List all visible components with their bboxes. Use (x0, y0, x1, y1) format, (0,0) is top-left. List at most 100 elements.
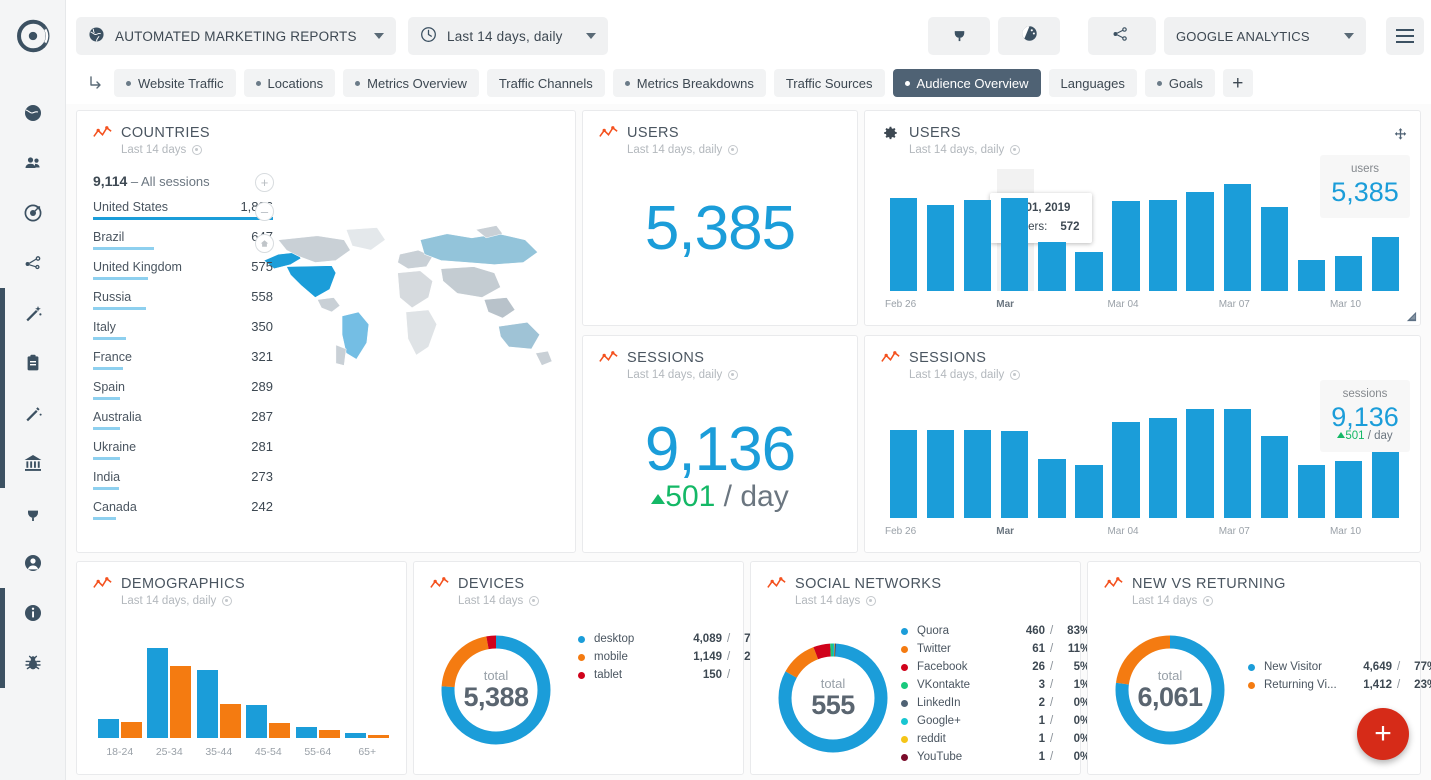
legend-row[interactable]: Returning Vi...1,412/23% (1248, 676, 1431, 694)
demographics-bars[interactable] (95, 632, 392, 738)
country-row[interactable]: Ukraine281 (93, 439, 273, 460)
sidebar-item-share[interactable] (0, 238, 66, 288)
x-axis-tick: Feb 26 (885, 526, 922, 540)
tab-audience-overview[interactable]: Audience Overview (893, 69, 1041, 97)
bar-column[interactable] (885, 171, 922, 291)
tab-goals[interactable]: Goals (1145, 69, 1215, 97)
bar-column[interactable] (1107, 171, 1144, 291)
bar-column[interactable] (1256, 396, 1293, 518)
devices-donut[interactable]: total 5,388 (436, 630, 556, 750)
datasource-selector[interactable]: GOOGLE ANALYTICS (1164, 17, 1366, 55)
map-zoom-in-button[interactable]: + (255, 173, 274, 192)
demographics-group[interactable] (244, 632, 294, 738)
sidebar-item-clipboard[interactable] (0, 338, 66, 388)
legend-row[interactable]: tablet150/3% (578, 666, 767, 684)
resize-handle[interactable] (1406, 311, 1417, 322)
add-widget-fab[interactable]: + (1357, 708, 1409, 760)
country-row[interactable]: France321 (93, 349, 273, 370)
bar-column[interactable] (1182, 396, 1219, 518)
map-zoom-out-button[interactable]: – (255, 202, 274, 221)
country-row[interactable]: India273 (93, 469, 273, 490)
share-button[interactable] (1088, 17, 1156, 55)
bar-column[interactable] (1033, 396, 1070, 518)
sidebar-item-audience[interactable] (0, 138, 66, 188)
x-axis-tick (1070, 299, 1107, 313)
tab-locations[interactable]: Locations (244, 69, 336, 97)
world-map[interactable] (263, 157, 573, 547)
country-row[interactable]: Russia558 (93, 289, 273, 310)
integrations-button[interactable] (928, 17, 990, 55)
tab-website-traffic[interactable]: Website Traffic (114, 69, 236, 97)
sidebar-item-info[interactable] (0, 588, 66, 638)
demographics-group[interactable] (343, 632, 393, 738)
legend-row[interactable]: New Visitor4,649/77% (1248, 658, 1431, 676)
sidebar-item-edit[interactable] (0, 388, 66, 438)
sidebar-item-bank[interactable] (0, 438, 66, 488)
bar-column[interactable] (1219, 171, 1256, 291)
sidebar-item-plug[interactable] (0, 488, 66, 538)
bar-column[interactable] (1033, 171, 1070, 291)
bar-column[interactable] (1219, 396, 1256, 518)
bar-column[interactable] (1145, 171, 1182, 291)
date-range-selector[interactable]: Last 14 days, daily (408, 17, 608, 55)
tab-traffic-channels[interactable]: Traffic Channels (487, 69, 605, 97)
sidebar-item-bug[interactable] (0, 638, 66, 688)
demographics-group[interactable] (194, 632, 244, 738)
legend-row[interactable]: Twitter61/11% (901, 640, 1090, 658)
demographics-group[interactable] (293, 632, 343, 738)
legend-row[interactable]: VKontakte3/1% (901, 676, 1090, 694)
bar-column[interactable] (922, 171, 959, 291)
legend-row[interactable]: mobile1,149/21% (578, 648, 767, 666)
donut-total-value: 555 (811, 690, 855, 721)
bar-column[interactable] (1070, 171, 1107, 291)
sidebar-item-globe[interactable] (0, 88, 66, 138)
tab-metrics-breakdowns[interactable]: Metrics Breakdowns (613, 69, 766, 97)
bar-column[interactable] (959, 171, 996, 291)
country-row[interactable]: Brazil647 (93, 229, 273, 250)
bar (1038, 242, 1065, 291)
bar-column[interactable] (996, 396, 1033, 518)
bar-column[interactable] (1367, 171, 1404, 291)
country-row[interactable]: Canada242 (93, 499, 273, 520)
country-row[interactable]: United Kingdom575 (93, 259, 273, 280)
country-row[interactable]: United States1,896 (93, 199, 273, 220)
sidebar-item-wand[interactable] (0, 288, 66, 338)
users-bar-chart[interactable]: Feb 26MarMar 04Mar 07Mar 10 (865, 111, 1420, 325)
bar-column[interactable] (1107, 396, 1144, 518)
bar-column[interactable] (885, 396, 922, 518)
sidebar-item-account[interactable] (0, 538, 66, 588)
bar-column[interactable] (996, 171, 1033, 291)
country-row[interactable]: Australia287 (93, 409, 273, 430)
country-row[interactable]: Spain289 (93, 379, 273, 400)
bar-column[interactable] (1293, 171, 1330, 291)
legend-row[interactable]: Facebook26/5% (901, 658, 1090, 676)
demographics-group[interactable] (145, 632, 195, 738)
theme-button[interactable] (998, 17, 1060, 55)
bar-column[interactable] (922, 396, 959, 518)
newret-donut[interactable]: total 6,061 (1110, 630, 1230, 750)
bar-column[interactable] (1145, 396, 1182, 518)
bar-column[interactable] (959, 396, 996, 518)
tab-languages[interactable]: Languages (1049, 69, 1137, 97)
map-home-button[interactable] (255, 234, 274, 253)
legend-row[interactable]: Google+1/0% (901, 712, 1090, 730)
bar-column[interactable] (1182, 171, 1219, 291)
report-selector[interactable]: AUTOMATED MARKETING REPORTS (76, 17, 396, 55)
country-row[interactable]: Italy350 (93, 319, 273, 340)
app-logo[interactable] (0, 0, 66, 72)
bar-column[interactable] (1256, 171, 1293, 291)
legend-row[interactable]: Quora460/83% (901, 622, 1090, 640)
demographics-group[interactable] (95, 632, 145, 738)
menu-button[interactable] (1386, 17, 1424, 55)
add-tab-button[interactable]: + (1223, 69, 1253, 97)
social-donut[interactable]: total 555 (773, 638, 893, 758)
legend-row[interactable]: YouTube1/0% (901, 748, 1090, 766)
tab-metrics-overview[interactable]: Metrics Overview (343, 69, 479, 97)
tab-traffic-sources[interactable]: Traffic Sources (774, 69, 885, 97)
legend-row[interactable]: desktop4,089/76% (578, 630, 767, 648)
sidebar-item-target[interactable] (0, 188, 66, 238)
legend-row[interactable]: LinkedIn2/0% (901, 694, 1090, 712)
bar-column[interactable] (1330, 171, 1367, 291)
bar-column[interactable] (1070, 396, 1107, 518)
legend-row[interactable]: reddit1/0% (901, 730, 1090, 748)
